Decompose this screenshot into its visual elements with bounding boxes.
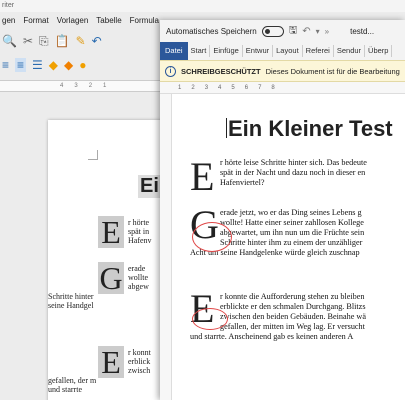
annotation-circle [192, 308, 228, 330]
background-toolbar-standard: 🔍 ✂ ⎘ 📋 ✎ ↶ [0, 30, 170, 52]
banner-label: SCHREIBGESCHÜTZT [181, 66, 261, 76]
background-text-line: wollte [128, 273, 148, 282]
text-line: Hafenviertel? [220, 178, 265, 187]
ruler-tick: 3 [204, 84, 209, 91]
background-text-line: gefallen, der m [48, 376, 97, 385]
background-dropcap: G [98, 260, 124, 296]
tab-entwurf[interactable]: Entwur [243, 45, 274, 57]
ribbon-tabs: Datei Start Einfüge Entwur Layout Refere… [160, 42, 405, 60]
paste-icon[interactable]: 📋 [55, 34, 70, 48]
background-document-page[interactable]: Ei E r hörte spät in Hafenv G erade woll… [48, 120, 178, 400]
background-heading: Ei [138, 175, 161, 198]
clone-format-icon[interactable]: ✎ [76, 34, 86, 48]
background-title: riter [0, 0, 405, 12]
text-line: gefallen, der mitten im Weg lag. Er vers… [220, 322, 365, 331]
ruler-tick: 3 [74, 83, 78, 89]
tab-start[interactable]: Start [188, 45, 211, 57]
tab-ueberpruefen[interactable]: Überp [365, 45, 393, 57]
text-cursor [226, 118, 227, 138]
text-line: spät in der Nacht und dazu noch in diese… [220, 168, 366, 177]
menu-ansicht[interactable]: gen [2, 16, 15, 25]
background-dropcap: E [98, 216, 124, 248]
annotation-circle [192, 222, 232, 252]
horizontal-ruler[interactable]: 1 2 3 4 5 6 7 8 [160, 82, 405, 94]
cut-icon[interactable]: ✂ [23, 34, 33, 48]
ruler-tick: 2 [88, 83, 93, 89]
autosave-label: Automatisches Speichern [166, 26, 257, 36]
align-left-icon[interactable]: ≡ [2, 58, 9, 72]
ruler-tick: 7 [258, 84, 262, 91]
document-heading: Ein Kleiner Test [228, 116, 393, 141]
background-text-line: Hafenv [128, 236, 152, 245]
text-line: abgewartet, um ihn nun um die Früchte se… [220, 228, 365, 237]
banner-message: Dieses Dokument ist für die Bearbeitung [265, 66, 400, 76]
word-document-page[interactable]: Ein Kleiner Test E r hörte leise Schritt… [172, 94, 405, 400]
ruler-tick: 4 [60, 83, 64, 89]
undo-icon[interactable]: ↶ [302, 26, 310, 37]
text-line: zwischen den beiden Gebäuden. Beinahe wä [220, 312, 366, 321]
ruler-tick: 4 [218, 84, 222, 91]
background-text-line: spät in [128, 227, 150, 236]
shape-icon[interactable]: ● [79, 58, 86, 72]
ruler-tick: 1 [178, 84, 182, 91]
background-dropcap: E [98, 346, 124, 378]
tab-sendungen[interactable]: Sendur [334, 45, 366, 57]
ruler-tick: 8 [271, 84, 275, 91]
tab-einfuegen[interactable]: Einfüge [210, 45, 243, 57]
vertical-ruler[interactable] [160, 94, 172, 400]
document-title: testd... [350, 26, 375, 36]
background-text-line: und starrte [48, 385, 82, 394]
tab-datei[interactable]: Datei [160, 42, 188, 60]
background-text-line: zwisch [128, 366, 151, 375]
dropcap-letter: E [190, 154, 215, 199]
tab-referenzen[interactable]: Referei [303, 45, 334, 57]
tab-layout[interactable]: Layout [273, 45, 303, 57]
info-icon: i [165, 65, 176, 77]
ruler-tick: 1 [103, 83, 107, 89]
save-icon[interactable]: 🖫 [289, 23, 298, 40]
background-text-line: abgew [128, 282, 149, 291]
menu-formular[interactable]: Formula [130, 16, 159, 25]
background-toolbar-formatting: ≡ ≡ ☰ ◆ ◆ ● [0, 54, 170, 76]
print-preview-icon[interactable]: 🔍 [2, 34, 17, 48]
background-ruler: 4 3 2 1 [0, 80, 170, 92]
text-boundary-corner [88, 150, 98, 160]
chevron-down-icon[interactable]: ▾ [316, 27, 320, 36]
readonly-banner: i SCHREIBGESCHÜTZT Dieses Dokument ist f… [160, 60, 405, 82]
ruler-tick: 2 [191, 84, 195, 91]
background-text-line: r konnt [128, 348, 151, 357]
undo-icon[interactable]: ↶ [92, 34, 102, 48]
autosave-toggle[interactable] [261, 25, 284, 37]
word-window: Automatisches Speichern 🖫 ↶ ▾ » testd...… [160, 20, 405, 400]
background-text-line: r hörte [128, 218, 150, 227]
text-line: erade jetzt, wo er das Ding seines Leben… [220, 208, 362, 217]
ruler-tick: 6 [244, 84, 249, 91]
fill-icon[interactable]: ◆ [64, 58, 73, 72]
text-line: erblickte er den schmalen Durchgang. Bli… [220, 302, 366, 311]
background-text-line: Schritte hinter [48, 292, 94, 301]
background-text-line: seine Handgel [48, 301, 94, 310]
background-menubar: gen Format Vorlagen Tabelle Formula [0, 12, 170, 28]
text-line: r konnte die Aufforderung stehen zu blei… [220, 292, 365, 301]
text-line: wollte! Hatte einer seiner zahllosen Kol… [220, 218, 364, 227]
highlight-icon[interactable]: ◆ [49, 58, 58, 72]
background-text-line: erade [128, 264, 146, 273]
word-titlebar: Automatisches Speichern 🖫 ↶ ▾ » testd... [160, 20, 405, 42]
menu-tabelle[interactable]: Tabelle [96, 16, 121, 25]
list-icon[interactable]: ☰ [32, 58, 43, 72]
ruler-tick: 5 [231, 84, 235, 91]
text-line: Schritte hinter ihm zu einem der unzähli… [220, 238, 363, 247]
background-text-line: erblick [128, 357, 151, 366]
align-justify-icon[interactable]: ≡ [15, 58, 27, 72]
text-line: und starrte. Anscheinend gab es keinen a… [190, 332, 354, 341]
more-icon[interactable]: » [325, 27, 329, 36]
copy-icon[interactable]: ⎘ [39, 34, 49, 49]
menu-format[interactable]: Format [23, 16, 48, 25]
text-line: r hörte leise Schritte hinter sich. Das … [220, 158, 367, 167]
menu-vorlagen[interactable]: Vorlagen [57, 16, 89, 25]
